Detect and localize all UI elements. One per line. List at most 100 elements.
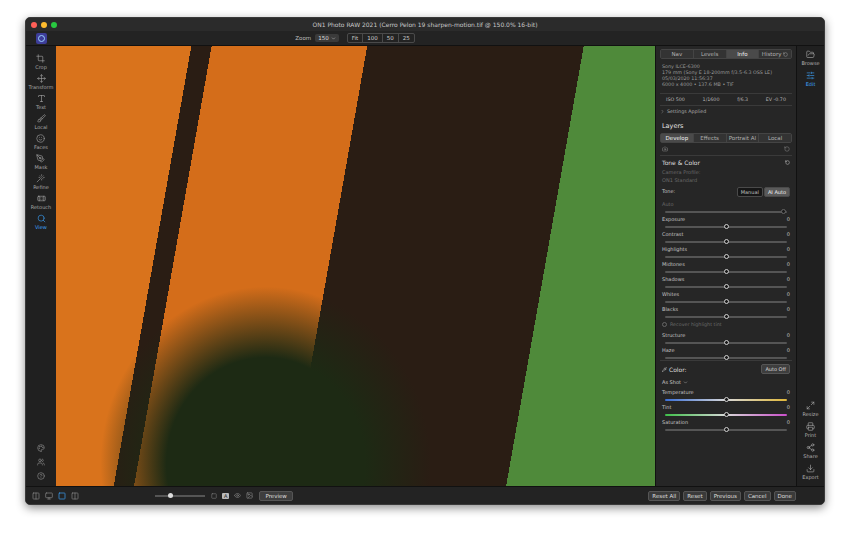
tool-item[interactable]: Retouch xyxy=(31,194,51,211)
palette-icon[interactable] xyxy=(37,444,45,452)
tool-item[interactable]: Transform xyxy=(29,74,54,91)
tool-item[interactable]: Faces xyxy=(34,134,48,151)
slider-value[interactable]: 0 xyxy=(787,246,790,252)
slider-handle[interactable] xyxy=(781,209,786,214)
action-button[interactable]: Previous xyxy=(710,491,741,501)
slider-value[interactable]: 0 xyxy=(787,306,790,312)
zoom-button[interactable]: Fit xyxy=(348,34,362,42)
slider-track[interactable] xyxy=(665,271,787,273)
compare-icon[interactable] xyxy=(71,492,79,500)
module-item[interactable]: Resize xyxy=(802,401,818,417)
tool-item[interactable]: Text xyxy=(36,94,46,111)
slider-handle[interactable] xyxy=(724,224,729,229)
slider-value[interactable]: 0 xyxy=(787,216,790,222)
layer-tab[interactable]: Local xyxy=(758,134,791,142)
panel-tab[interactable]: Levels xyxy=(693,50,726,58)
square-icon[interactable] xyxy=(211,493,217,499)
module-item[interactable]: Browse xyxy=(801,50,819,66)
module-item[interactable]: Share xyxy=(803,443,817,459)
monitor-icon[interactable] xyxy=(45,492,53,500)
tool-item[interactable]: Refine xyxy=(33,174,49,191)
users-icon[interactable] xyxy=(37,458,45,466)
panel-tab[interactable]: History xyxy=(758,50,791,58)
slider-handle[interactable] xyxy=(724,299,729,304)
slider-handle[interactable] xyxy=(724,340,729,345)
tool-item[interactable]: Mask xyxy=(35,154,48,171)
slider-value[interactable]: 0 xyxy=(787,231,790,237)
slider-value[interactable]: 0 xyxy=(787,347,790,353)
action-button[interactable]: Done xyxy=(774,491,796,501)
slider-value[interactable]: 0 xyxy=(787,404,790,410)
profile-value[interactable]: ON1 Standard xyxy=(662,177,790,185)
a-key[interactable]: A xyxy=(222,493,229,499)
slider-track[interactable] xyxy=(665,429,787,431)
panel-tab[interactable]: Info xyxy=(726,50,759,58)
layer-tab[interactable]: Develop xyxy=(661,134,693,142)
module-item[interactable]: Export xyxy=(802,464,818,480)
slider-handle[interactable] xyxy=(724,239,729,244)
slider-track[interactable] xyxy=(665,301,787,303)
slider-handle[interactable] xyxy=(724,355,729,360)
slider-track[interactable] xyxy=(665,342,787,344)
action-button[interactable]: Cancel xyxy=(744,491,771,501)
slider-handle[interactable] xyxy=(724,427,729,432)
slider-handle[interactable] xyxy=(724,269,729,274)
panel-tab[interactable]: Nav xyxy=(661,50,693,58)
tone-mode-button[interactable]: Manual xyxy=(737,187,763,197)
tool-item[interactable]: Local xyxy=(35,114,48,131)
layer-tab[interactable]: Effects xyxy=(693,134,726,142)
white-balance-select[interactable]: As Shot xyxy=(662,377,790,387)
slider-value[interactable]: 0 xyxy=(787,291,790,297)
reset-icon[interactable] xyxy=(784,146,790,152)
panels-icon[interactable] xyxy=(32,492,40,500)
help-icon[interactable] xyxy=(37,472,45,480)
module-item[interactable]: Print xyxy=(805,422,817,438)
slider-track[interactable] xyxy=(665,241,787,243)
slider-value[interactable]: 0 xyxy=(787,261,790,267)
tool-item[interactable]: View xyxy=(35,214,47,231)
slider-handle[interactable] xyxy=(724,254,729,259)
image-icon[interactable] xyxy=(246,492,253,499)
slider-handle[interactable] xyxy=(724,284,729,289)
slider-track[interactable] xyxy=(665,316,787,318)
slider-track[interactable] xyxy=(665,226,787,228)
slider-handle[interactable] xyxy=(724,412,729,417)
slider-value[interactable]: 0 xyxy=(787,332,790,338)
slider-value[interactable]: 0 xyxy=(787,276,790,282)
close-button[interactable] xyxy=(31,22,37,28)
tool-item[interactable]: Crop xyxy=(35,54,47,71)
eyedropper-icon[interactable] xyxy=(662,367,667,372)
preview-button[interactable]: Preview xyxy=(259,491,292,501)
zoom-button[interactable]: 25 xyxy=(398,34,414,42)
slider-track[interactable] xyxy=(665,256,787,258)
settings-applied[interactable]: Settings Applied xyxy=(660,106,792,117)
recover-checkbox[interactable]: Recover highlight tint xyxy=(662,319,790,330)
action-button[interactable]: Reset All xyxy=(648,491,680,501)
zoom-button[interactable]: 50 xyxy=(382,34,398,42)
camera-icon[interactable] xyxy=(662,146,668,152)
zoom-select[interactable]: 150 xyxy=(315,34,339,42)
layer-tab[interactable]: Portrait AI xyxy=(726,134,759,142)
zoom-handle[interactable] xyxy=(168,493,173,498)
slider-handle[interactable] xyxy=(724,314,729,319)
minimize-button[interactable] xyxy=(41,22,47,28)
slider-track[interactable] xyxy=(665,286,787,288)
zoom-slider[interactable] xyxy=(155,495,205,497)
single-view-icon[interactable] xyxy=(58,492,66,500)
zoom-button[interactable]: 100 xyxy=(362,34,382,42)
slider-track[interactable] xyxy=(665,399,787,401)
reset-icon[interactable] xyxy=(785,160,790,165)
tone-mode-button[interactable]: AI Auto xyxy=(764,187,790,197)
slider-track[interactable] xyxy=(665,414,787,416)
slider-value[interactable]: 0 xyxy=(787,419,790,425)
slider-track[interactable] xyxy=(665,357,787,359)
slider-track[interactable] xyxy=(665,211,787,213)
photo-canvas[interactable] xyxy=(56,46,655,486)
module-item[interactable]: Edit xyxy=(806,71,816,87)
zoom-button[interactable] xyxy=(51,22,57,28)
slider-handle[interactable] xyxy=(724,397,729,402)
checkbox[interactable] xyxy=(662,322,667,327)
eye-icon[interactable] xyxy=(234,492,241,499)
auto-button[interactable]: Auto Off xyxy=(761,364,790,374)
slider-value[interactable]: 0 xyxy=(787,389,790,395)
